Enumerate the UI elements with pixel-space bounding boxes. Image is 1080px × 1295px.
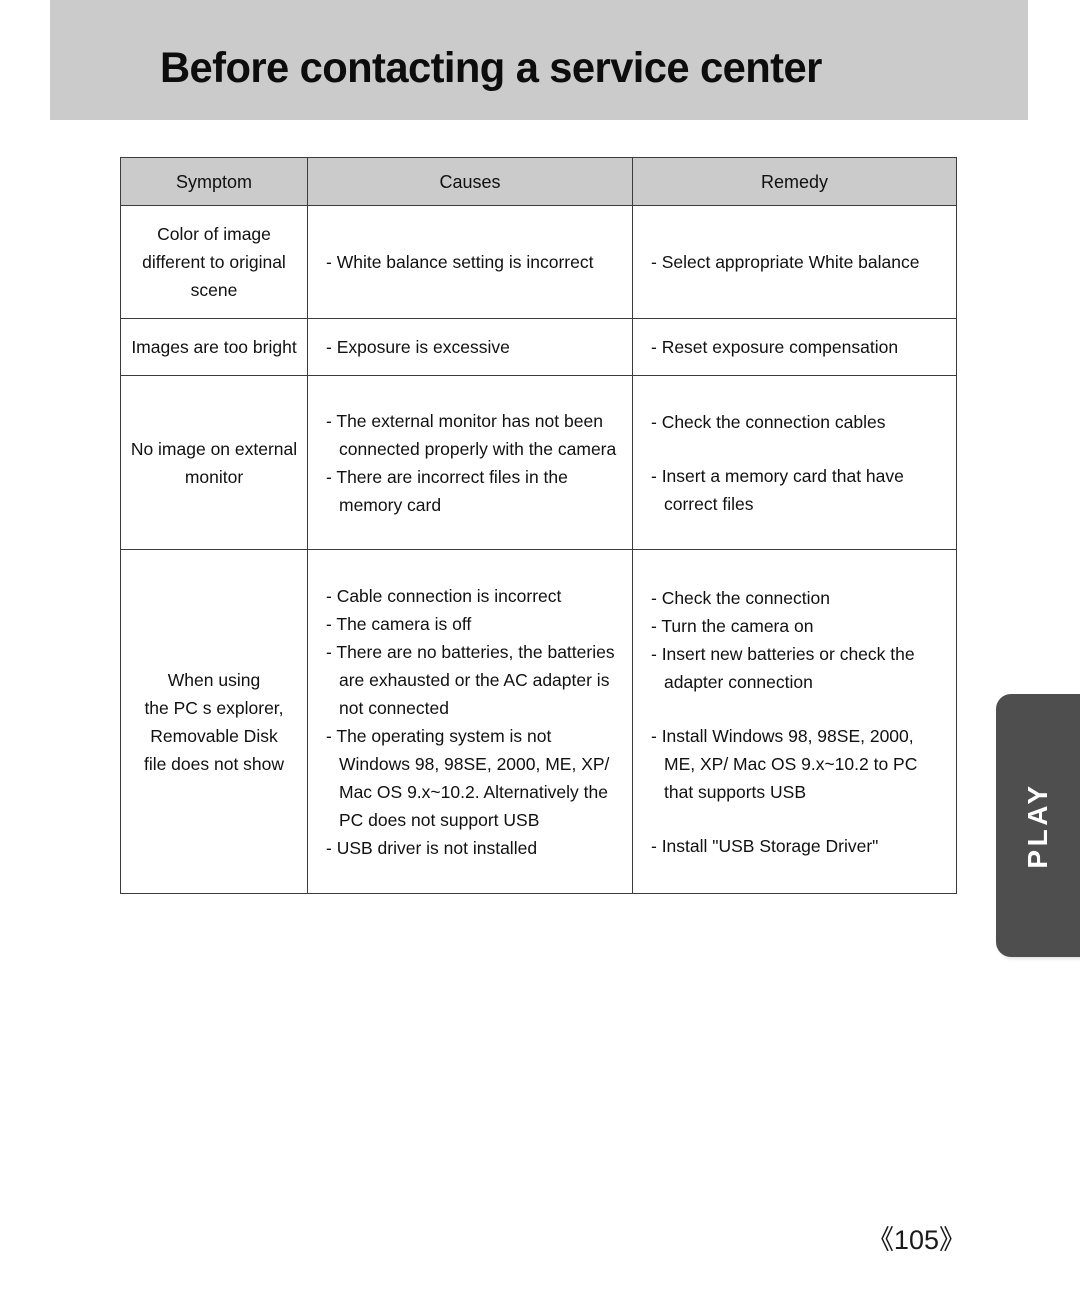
cause-item: - The camera is off: [326, 613, 472, 634]
remedy-item: - Insert new batteries or check the adap…: [651, 643, 915, 692]
remedy-item: - Turn the camera on: [651, 615, 814, 636]
cell-symptom: When using the PC s explorer, Removable …: [120, 549, 308, 894]
cell-causes: - White balance setting is incorrect: [307, 205, 633, 319]
table-row: No image on external monitor - The exter…: [120, 375, 957, 550]
troubleshooting-table: Symptom Causes Remedy Color of image dif…: [120, 157, 957, 894]
cause-item: - There are incorrect files in the memor…: [326, 466, 568, 515]
side-tab-play: PLAY: [996, 694, 1080, 957]
cell-remedy: - Check the connection - Turn the camera…: [632, 549, 957, 894]
cause-item: - White balance setting is incorrect: [326, 252, 594, 272]
remedy-item: - Install Windows 98, 98SE, 2000, ME, XP…: [651, 725, 918, 802]
cause-item: - Exposure is excessive: [326, 337, 510, 357]
symptom-line: Removable Disk: [150, 725, 278, 746]
cell-remedy: - Reset exposure compensation: [632, 318, 957, 376]
symptom-line: When using: [167, 669, 261, 690]
cell-symptom: Images are too bright: [120, 318, 308, 376]
cell-remedy: - Check the connection cables - Insert a…: [632, 375, 957, 550]
cell-symptom: No image on external monitor: [120, 375, 308, 550]
remedy-item: - Select appropriate White balance: [651, 252, 920, 272]
cause-item: - USB driver is not installed: [326, 837, 538, 858]
cell-causes: - Exposure is excessive: [307, 318, 633, 376]
cause-item: - Cable connection is incorrect: [326, 585, 562, 606]
column-header-symptom: Symptom: [120, 157, 308, 206]
cause-item: - There are no batteries, the batteries …: [326, 641, 615, 718]
remedy-item: - Insert a memory card that have correct…: [651, 465, 904, 514]
troubleshooting-table-wrapper: Symptom Causes Remedy Color of image dif…: [120, 157, 957, 894]
column-header-remedy: Remedy: [632, 157, 957, 206]
table-row: When using the PC s explorer, Removable …: [120, 549, 957, 894]
side-tab-play-label: PLAY: [1022, 782, 1053, 869]
symptom-line: monitor: [184, 466, 244, 487]
remedy-item: - Check the connection: [651, 587, 830, 608]
symptom-line: file does not show: [143, 753, 285, 774]
remedy-item: - Install "USB Storage Driver": [651, 835, 879, 856]
table-row: Color of image different to original sce…: [120, 205, 957, 319]
column-header-causes: Causes: [307, 157, 633, 206]
symptom-line: scene: [190, 280, 238, 300]
symptom-line: different to original: [142, 252, 286, 272]
remedy-item: - Reset exposure compensation: [651, 337, 899, 357]
cell-symptom: Color of image different to original sce…: [120, 205, 308, 319]
page-title: Before contacting a service center: [160, 44, 822, 92]
page-header-band: Before contacting a service center: [50, 0, 1028, 120]
page-number: 《105》: [866, 1225, 966, 1255]
remedy-item: - Check the connection cables: [651, 411, 886, 432]
cause-item: - The operating system is not Windows 98…: [326, 725, 610, 830]
symptom-line: the PC s explorer,: [144, 697, 284, 718]
table-header-row: Symptom Causes Remedy: [120, 157, 957, 206]
cell-causes: - Cable connection is incorrect - The ca…: [307, 549, 633, 894]
symptom-line: No image on external: [130, 438, 298, 459]
symptom-line: Color of image: [157, 224, 271, 244]
cause-item: - The external monitor has not been conn…: [326, 410, 617, 459]
cell-causes: - The external monitor has not been conn…: [307, 375, 633, 550]
cell-remedy: - Select appropriate White balance: [632, 205, 957, 319]
table-row: Images are too bright - Exposure is exce…: [120, 318, 957, 376]
